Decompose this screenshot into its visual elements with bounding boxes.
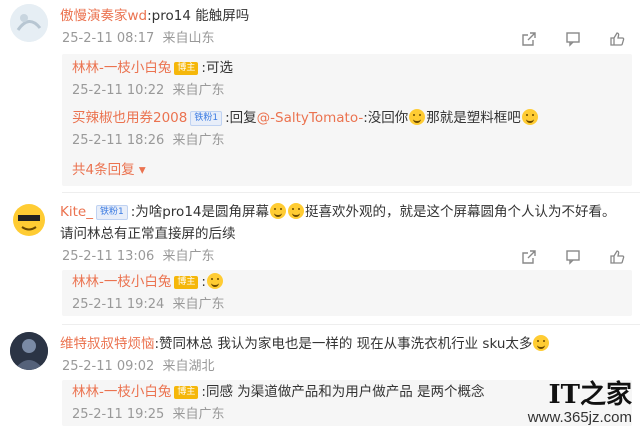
emoji-icon [521, 109, 538, 125]
emoji-icon [409, 109, 426, 125]
emoji-icon [206, 273, 223, 289]
reply-meta: 25-2-11 19:25 来自广东 [72, 406, 225, 424]
reply-body: : [201, 274, 206, 290]
comment-body: :pro14 能触屏吗 [147, 8, 250, 24]
chevron-down-icon: ▾ [134, 162, 146, 178]
location: 来自广东 [162, 249, 215, 264]
comment-text-line2: 请问林总有正常直接屏的后续 [60, 224, 236, 244]
username-link[interactable]: 林林-一枝小白兔 [72, 274, 171, 290]
reply-body: :没回你 [363, 110, 409, 126]
comment-body-3: 请问林总有正常直接屏的后续 [60, 226, 236, 242]
reply-text: 林林-一枝小白兔 博主:可选 [72, 58, 233, 78]
watermark-logo: IT之家 [548, 380, 632, 410]
timestamp: 25-2-11 19:24 [72, 297, 165, 312]
comment-body: :为啥pro14是圆角屏幕 [130, 204, 269, 220]
like-icon[interactable] [608, 248, 626, 266]
location: 来自广东 [172, 297, 225, 312]
comment-body: :赞同林总 我认为家电也是一样的 现在从事洗衣机行业 sku太多 [154, 336, 533, 352]
comment-1: 傲慢演奏家wd:pro14 能触屏吗 25-2-11 08:17 来自山东 林林… [0, 0, 640, 200]
avatar[interactable] [10, 200, 48, 238]
emoji-icon [533, 335, 550, 351]
more-replies-link[interactable]: 共4条回复 ▾ [72, 160, 146, 180]
fan-badge: 铁粉1 [190, 111, 223, 126]
timestamp: 25-2-11 19:25 [72, 407, 165, 422]
location: 来自广东 [172, 133, 225, 148]
emoji-icon [270, 203, 286, 219]
reply-box: 林林-一枝小白兔 博主: 25-2-11 19:24 来自广东 [62, 270, 632, 316]
comment-meta: 25-2-11 08:17 来自山东 [62, 30, 215, 48]
divider [62, 192, 640, 193]
username-link[interactable]: 买辣椒也用券2008 [72, 110, 187, 126]
comment-meta: 25-2-11 13:06 来自广东 [62, 248, 215, 266]
reply-body: :同感 为渠道做产品和为用户做产品 是两个概念 [201, 384, 485, 400]
reply-meta: 25-2-11 10:22 来自广东 [72, 82, 225, 100]
timestamp: 25-2-11 08:17 [62, 31, 155, 46]
username-link[interactable]: 维特叔叔特烦恼 [60, 336, 155, 352]
reply-text: 林林-一枝小白兔 博主:同感 为渠道做产品和为用户做产品 是两个概念 [72, 382, 485, 402]
timestamp: 25-2-11 10:22 [72, 83, 165, 98]
mention-link[interactable]: @-SaltyTomato- [257, 110, 364, 126]
location: 来自广东 [172, 83, 225, 98]
reply-text: 买辣椒也用券2008 铁粉1:回复@-SaltyTomato-:没回你 那就是塑料框… [72, 108, 539, 128]
timestamp: 25-2-11 09:02 [62, 359, 155, 374]
timestamp: 25-2-11 18:26 [72, 133, 165, 148]
watermark: IT之家 www.365jz.com [528, 381, 632, 426]
comment-actions [520, 248, 626, 266]
comment-text: Kite_ 铁粉1:为啥pro14是圆角屏幕 挺喜欢外观的，就是这个屏幕圆角个人认为… [60, 202, 616, 222]
author-badge: 博主 [174, 386, 199, 399]
username-link[interactable]: Kite_ [60, 204, 93, 220]
comment-icon[interactable] [564, 30, 582, 48]
comment-text: 傲慢演奏家wd:pro14 能触屏吗 [60, 6, 249, 26]
more-replies-label[interactable]: 共4条回复 [72, 162, 135, 178]
reply-body-2: 那就是塑料框吧 [426, 110, 521, 126]
divider [62, 324, 640, 325]
location: 来自广东 [172, 407, 225, 422]
avatar[interactable] [10, 4, 48, 42]
reply-meta: 25-2-11 18:26 来自广东 [72, 132, 225, 150]
emoji-icon [288, 203, 304, 219]
reply-text: 林林-一枝小白兔 博主: [72, 272, 224, 292]
author-badge: 博主 [174, 62, 199, 75]
comment-body-2: 挺喜欢外观的，就是这个屏幕圆角个人认为不好看。 [305, 204, 616, 220]
reply-body: :可选 [201, 60, 233, 76]
reply-meta: 25-2-11 19:24 来自广东 [72, 296, 225, 314]
location: 来自湖北 [162, 359, 215, 374]
username-link[interactable]: 傲慢演奏家wd [60, 8, 147, 24]
author-badge: 博主 [174, 276, 199, 289]
comment-icon[interactable] [564, 248, 582, 266]
username-link[interactable]: 林林-一枝小白兔 [72, 384, 171, 400]
share-icon[interactable] [520, 248, 538, 266]
watermark-url: www.365jz.com [527, 409, 632, 426]
username-link[interactable]: 林林-一枝小白兔 [72, 60, 171, 76]
like-icon[interactable] [608, 30, 626, 48]
comment-2: Kite_ 铁粉1:为啥pro14是圆角屏幕 挺喜欢外观的，就是这个屏幕圆角个人认为… [0, 196, 640, 316]
reply-prefix: :回复 [225, 110, 257, 126]
comment-text: 维特叔叔特烦恼:赞同林总 我认为家电也是一样的 现在从事洗衣机行业 sku太多 [60, 334, 550, 354]
location: 来自山东 [162, 31, 215, 46]
avatar[interactable] [10, 332, 48, 370]
share-icon[interactable] [520, 30, 538, 48]
fan-badge: 铁粉1 [95, 205, 128, 220]
reply-box: 林林-一枝小白兔 博主:可选 25-2-11 10:22 来自广东 买辣椒也用券2… [62, 54, 632, 186]
comment-actions [520, 30, 626, 48]
timestamp: 25-2-11 13:06 [62, 249, 155, 264]
comment-meta: 25-2-11 09:02 来自湖北 [62, 358, 215, 376]
